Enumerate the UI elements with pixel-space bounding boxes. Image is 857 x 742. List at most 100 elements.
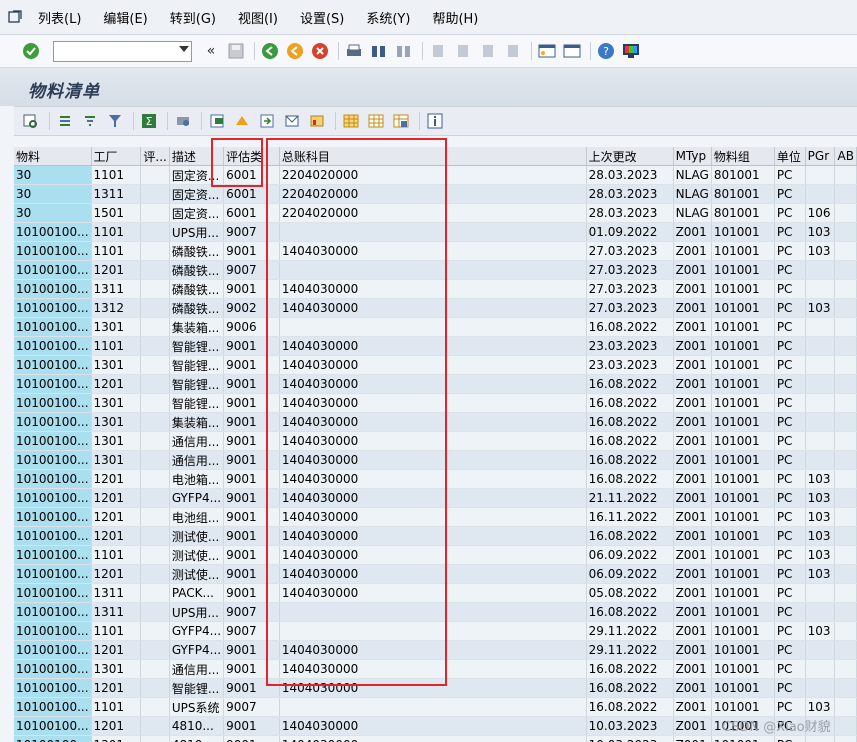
table-cell[interactable]: 103 xyxy=(805,488,836,508)
table-row[interactable]: 10100100... 1101 GYFP4... 9007 29.11.2022 Z00… xyxy=(14,621,857,641)
table-row[interactable]: 10100100... 1101 智能锂... 9001 1404030000 23.03… xyxy=(14,336,857,356)
table-cell[interactable] xyxy=(834,241,857,261)
save-layout-icon[interactable] xyxy=(390,110,412,132)
table-row[interactable]: 10100100... 1201 电池组... 9001 1404030000 16.11… xyxy=(14,507,857,527)
column-header[interactable]: 总账科目 xyxy=(279,147,587,166)
table-cell[interactable]: 16.08.2022 xyxy=(586,678,674,698)
table-cell[interactable]: 101001 xyxy=(711,507,775,527)
table-cell[interactable]: 9001 xyxy=(223,393,280,413)
table-cell[interactable]: 9001 xyxy=(223,716,280,736)
table-cell[interactable]: 1201 xyxy=(91,716,142,736)
table-cell[interactable]: 通信用... xyxy=(169,450,225,470)
table-cell[interactable]: 6001 xyxy=(223,165,280,185)
table-cell[interactable]: PC xyxy=(774,184,806,204)
table-cell[interactable]: 27.03.2023 xyxy=(586,279,674,299)
table-cell[interactable]: 1301 xyxy=(91,735,142,742)
table-cell[interactable]: 通信用... xyxy=(169,659,225,679)
table-cell[interactable]: 30 xyxy=(14,184,92,204)
table-cell[interactable] xyxy=(805,431,836,451)
table-cell[interactable] xyxy=(140,583,170,603)
table-cell[interactable] xyxy=(279,260,587,280)
table-cell[interactable]: 1404030000 xyxy=(279,336,587,356)
table-cell[interactable]: 9001 xyxy=(223,412,280,432)
table-cell[interactable] xyxy=(834,621,857,641)
table-cell[interactable]: 10100100... xyxy=(14,393,92,413)
table-cell[interactable]: 4810... xyxy=(169,716,225,736)
table-cell[interactable] xyxy=(805,260,836,280)
table-cell[interactable] xyxy=(834,583,857,603)
table-cell[interactable]: 101001 xyxy=(711,260,775,280)
sort-ascending-icon[interactable] xyxy=(54,110,76,132)
table-cell[interactable]: 1201 xyxy=(91,526,142,546)
table-cell[interactable]: 1404030000 xyxy=(279,640,587,660)
table-cell[interactable]: 测试使... xyxy=(169,564,225,584)
table-cell[interactable] xyxy=(834,184,857,204)
table-cell[interactable]: Z001 xyxy=(673,602,712,622)
table-row[interactable]: 10100100... 1201 测试使... 9001 1404030000 06.09… xyxy=(14,564,857,584)
table-cell[interactable]: 2204020000 xyxy=(279,184,587,204)
table-cell[interactable]: 16.08.2022 xyxy=(586,393,674,413)
table-cell[interactable] xyxy=(834,697,857,717)
table-cell[interactable]: Z001 xyxy=(673,583,712,603)
table-cell[interactable]: 1201 xyxy=(91,488,142,508)
shortcut-icon[interactable] xyxy=(561,40,583,62)
table-cell[interactable]: 101001 xyxy=(711,735,775,742)
table-cell[interactable]: 1404030000 xyxy=(279,355,587,375)
table-cell[interactable]: 10100100... xyxy=(14,697,92,717)
table-cell[interactable]: Z001 xyxy=(673,488,712,508)
graphic-icon[interactable] xyxy=(306,110,328,132)
table-cell[interactable] xyxy=(834,469,857,489)
table-cell[interactable] xyxy=(140,317,170,337)
table-row[interactable]: 30 1311 固定资... 6001 2204020000 28.03.2023 NLAG… xyxy=(14,184,857,204)
table-cell[interactable]: 1201 xyxy=(91,374,142,394)
table-row[interactable]: 10100100... 1101 UPS系统 9007 16.08.2022 Z001 10… xyxy=(14,697,857,717)
table-row[interactable]: 10100100... 1311 UPS用... 9007 16.08.2022 Z001… xyxy=(14,602,857,622)
table-cell[interactable]: 9007 xyxy=(223,602,280,622)
table-cell[interactable]: 103 xyxy=(805,621,836,641)
table-cell[interactable]: 10100100... xyxy=(14,488,92,508)
table-row[interactable]: 10100100... 1311 PACK... 9001 1404030000 05.0… xyxy=(14,583,857,603)
table-cell[interactable]: 1201 xyxy=(91,640,142,660)
table-cell[interactable]: 9001 xyxy=(223,488,280,508)
table-row[interactable]: 10100100... 1301 集装箱... 9001 1404030000 16.08… xyxy=(14,412,857,432)
column-header[interactable]: 评... xyxy=(140,147,170,166)
table-cell[interactable]: Z001 xyxy=(673,450,712,470)
table-cell[interactable]: Z001 xyxy=(673,640,712,660)
table-cell[interactable]: 智能锂... xyxy=(169,678,225,698)
table-cell[interactable]: 磷酸铁... xyxy=(169,279,225,299)
details-icon[interactable] xyxy=(20,110,42,132)
menu-goto[interactable]: 转到(G) xyxy=(170,8,216,27)
table-cell[interactable] xyxy=(140,488,170,508)
table-cell[interactable]: Z001 xyxy=(673,507,712,527)
table-row[interactable]: 10100100...1301 4810...9001140403000010.0… xyxy=(14,735,857,742)
table-cell[interactable]: 10100100... xyxy=(14,735,92,742)
table-cell[interactable]: 101001 xyxy=(711,659,775,679)
table-cell[interactable]: 10100100... xyxy=(14,564,92,584)
table-cell[interactable]: 16.08.2022 xyxy=(586,431,674,451)
table-cell[interactable] xyxy=(140,507,170,527)
word-processing-icon[interactable] xyxy=(256,110,278,132)
table-cell[interactable] xyxy=(805,374,836,394)
table-cell[interactable] xyxy=(140,336,170,356)
table-cell[interactable]: 1101 xyxy=(91,165,142,185)
column-header[interactable]: 描述 xyxy=(169,147,225,166)
table-cell[interactable]: PC xyxy=(774,488,806,508)
sum-icon[interactable]: Σ xyxy=(138,110,160,132)
column-header[interactable]: MTyp xyxy=(673,147,712,166)
table-cell[interactable]: Z001 xyxy=(673,279,712,299)
table-cell[interactable] xyxy=(834,260,857,280)
menu-view[interactable]: 视图(I) xyxy=(238,8,278,27)
table-cell[interactable]: PACK... xyxy=(169,583,225,603)
table-cell[interactable]: 101001 xyxy=(711,583,775,603)
menu-settings[interactable]: 设置(S) xyxy=(300,8,344,27)
first-page-icon[interactable] xyxy=(427,40,449,62)
table-cell[interactable]: 10100100... xyxy=(14,507,92,527)
abc-analysis-icon[interactable] xyxy=(231,110,253,132)
table-cell[interactable]: 9001 xyxy=(223,450,280,470)
table-cell[interactable] xyxy=(140,659,170,679)
table-row[interactable]: 10100100... 1301 通信用... 9001 1404030000 16.08… xyxy=(14,659,857,679)
table-cell[interactable]: GYFP4... xyxy=(169,488,225,508)
table-cell[interactable]: 28.03.2023 xyxy=(586,184,674,204)
table-cell[interactable]: 10100100... xyxy=(14,526,92,546)
table-cell[interactable]: 103 xyxy=(805,469,836,489)
